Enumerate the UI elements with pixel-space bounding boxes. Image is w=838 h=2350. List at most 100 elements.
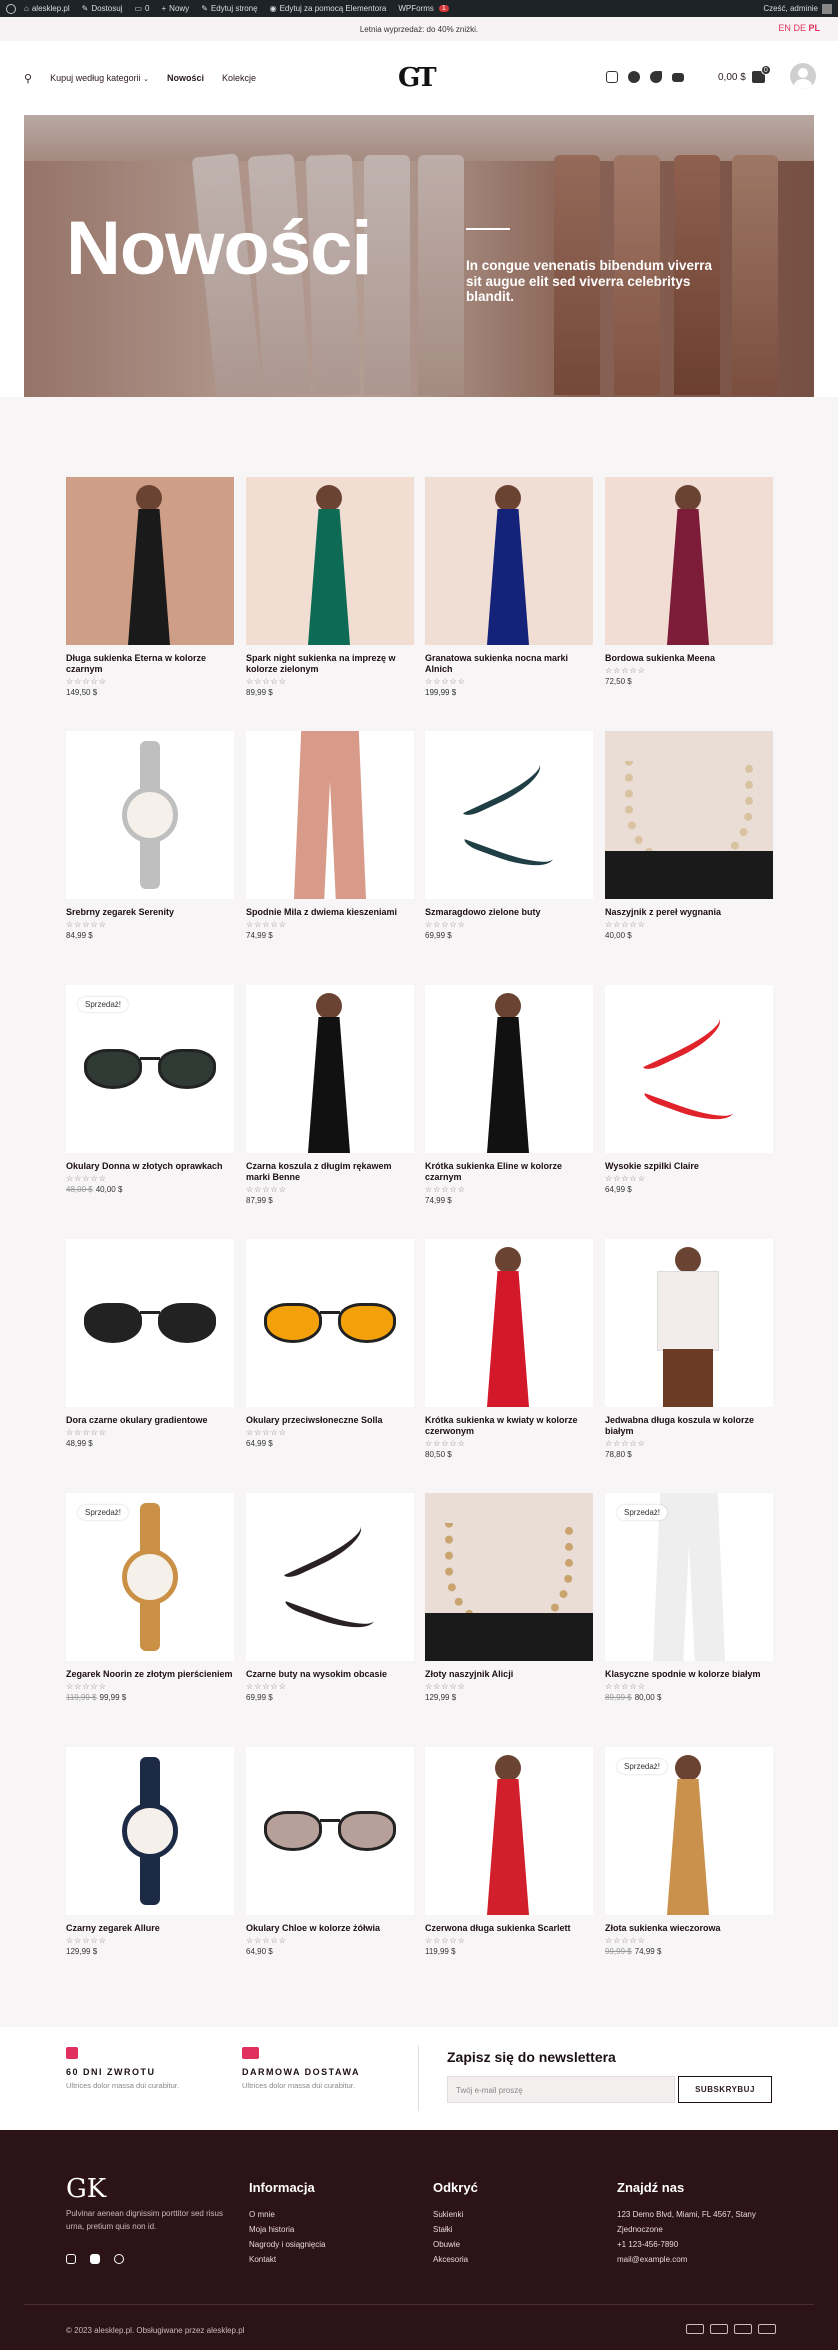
footer-phone[interactable]: +1 123-456-7890 (617, 2237, 767, 2252)
product-title[interactable]: Bordowa sukienka Meena (605, 653, 773, 664)
product-title[interactable]: Krótka sukienka Eline w kolorze czarnym (425, 1161, 593, 1183)
admin-customize-link[interactable]: ✎ Dostosuj (82, 4, 123, 13)
cart-link[interactable]: 0,00 $ 0 (718, 65, 771, 83)
newsletter-email-input[interactable]: Twój e-mail proszę (447, 2076, 675, 2103)
nav-collections[interactable]: Kolekcje (222, 73, 256, 83)
product-title[interactable]: Okulary Donna w złotych oprawkach (66, 1161, 234, 1172)
instagram-icon[interactable] (606, 71, 618, 83)
product-image[interactable] (246, 1239, 414, 1407)
user-account-icon[interactable] (790, 63, 816, 89)
footer-link[interactable]: Nagrody i osiągnięcia (249, 2237, 326, 2252)
search-icon[interactable]: ⚲ (24, 72, 32, 85)
product-card[interactable]: Bordowa sukienka Meena ☆☆☆☆☆ 72,50 $ (605, 477, 773, 686)
twitter-icon[interactable] (114, 2254, 124, 2264)
site-logo[interactable]: GT (398, 63, 437, 93)
product-image[interactable] (66, 1239, 234, 1407)
product-title[interactable]: Srebrny zegarek Serenity (66, 907, 234, 918)
product-card[interactable]: Okulary przeciwsłoneczne Solla ☆☆☆☆☆ 64,… (246, 1239, 414, 1448)
wordpress-icon[interactable] (6, 3, 16, 14)
product-title[interactable]: Klasyczne spodnie w kolorze białym (605, 1669, 773, 1680)
footer-link[interactable]: O mnie (249, 2207, 326, 2222)
product-title[interactable]: Czerwona długa sukienka Scarlett (425, 1923, 593, 1934)
footer-link[interactable]: Sukienki (433, 2207, 478, 2222)
admin-wpforms-link[interactable]: WPForms 1 (398, 4, 449, 13)
product-title[interactable]: Zegarek Noorin ze złotym pierścieniem (66, 1669, 234, 1680)
product-card[interactable]: Krótka sukienka Eline w kolorze czarnym … (425, 985, 593, 1205)
instagram-icon[interactable] (66, 2254, 76, 2264)
product-card[interactable]: Naszyjnik z pereł wygnania ☆☆☆☆☆ 40,00 $ (605, 731, 773, 940)
product-card[interactable]: Jedwabna długa koszula w kolorze białym … (605, 1239, 773, 1459)
product-card[interactable]: Czarny zegarek Allure ☆☆☆☆☆ 129,99 $ (66, 1747, 234, 1956)
product-card[interactable]: Srebrny zegarek Serenity ☆☆☆☆☆ 84,99 $ (66, 731, 234, 940)
product-title[interactable]: Krótka sukienka w kwiaty w kolorze czerw… (425, 1415, 593, 1437)
footer-logo[interactable]: GK (66, 2174, 106, 2204)
product-title[interactable]: Granatowa sukienka nocna marki Alnich (425, 653, 593, 675)
product-image[interactable] (425, 985, 593, 1153)
product-image[interactable]: Sprzedaż! (66, 985, 234, 1153)
product-image[interactable] (425, 1239, 593, 1407)
product-image[interactable] (66, 731, 234, 899)
product-image[interactable] (246, 477, 414, 645)
admin-edit-page-link[interactable]: ✎ Edytuj stronę (201, 4, 257, 13)
product-title[interactable]: Czarne buty na wysokim obcasie (246, 1669, 414, 1680)
product-image[interactable] (425, 731, 593, 899)
product-card[interactable]: Okulary Chloe w kolorze żółwia ☆☆☆☆☆ 64,… (246, 1747, 414, 1956)
footer-link[interactable]: Moja historia (249, 2222, 326, 2237)
product-title[interactable]: Złoty naszyjnik Alicji (425, 1669, 593, 1680)
product-card[interactable]: Sprzedaż! Okulary Donna w złotych oprawk… (66, 985, 234, 1194)
footer-email[interactable]: mail@example.com (617, 2252, 767, 2267)
footer-link[interactable]: Akcesoria (433, 2252, 478, 2267)
product-title[interactable]: Szmaragdowo zielone buty (425, 907, 593, 918)
product-card[interactable]: Spark night sukienka na imprezę w kolorz… (246, 477, 414, 697)
product-image[interactable] (605, 985, 773, 1153)
lang-de[interactable]: DE (793, 23, 806, 33)
product-image[interactable] (605, 477, 773, 645)
product-title[interactable]: Jedwabna długa koszula w kolorze białym (605, 1415, 773, 1437)
admin-account-link[interactable]: Cześć, adminie (763, 3, 832, 14)
product-card[interactable]: Szmaragdowo zielone buty ☆☆☆☆☆ 69,99 $ (425, 731, 593, 940)
admin-comments-link[interactable]: ▭ 0 (134, 4, 149, 13)
footer-link[interactable]: Stałki (433, 2222, 478, 2237)
product-image[interactable] (425, 1493, 593, 1661)
product-card[interactable]: Sprzedaż! Klasyczne spodnie w kolorze bi… (605, 1493, 773, 1702)
product-title[interactable]: Okulary przeciwsłoneczne Solla (246, 1415, 414, 1426)
product-image[interactable] (425, 1747, 593, 1915)
product-image[interactable] (246, 731, 414, 899)
product-image[interactable] (425, 477, 593, 645)
product-title[interactable]: Spodnie Mila z dwiema kieszeniami (246, 907, 414, 918)
nav-new-arrivals[interactable]: Nowości (167, 73, 204, 83)
product-card[interactable]: Czarna koszula z długim rękawem marki Be… (246, 985, 414, 1205)
product-card[interactable]: Wysokie szpilki Claire ☆☆☆☆☆ 64,99 $ (605, 985, 773, 1194)
product-card[interactable]: Czerwona długa sukienka Scarlett ☆☆☆☆☆ 1… (425, 1747, 593, 1956)
product-card[interactable]: Spodnie Mila z dwiema kieszeniami ☆☆☆☆☆ … (246, 731, 414, 940)
product-image[interactable]: Sprzedaż! (66, 1493, 234, 1661)
product-title[interactable]: Wysokie szpilki Claire (605, 1161, 773, 1172)
product-card[interactable]: Krótka sukienka w kwiaty w kolorze czerw… (425, 1239, 593, 1459)
lang-pl[interactable]: PL (808, 23, 820, 33)
product-title[interactable]: Złota sukienka wieczorowa (605, 1923, 773, 1934)
product-image[interactable] (66, 477, 234, 645)
product-image[interactable] (605, 731, 773, 899)
product-title[interactable]: Naszyjnik z pereł wygnania (605, 907, 773, 918)
admin-elementor-link[interactable]: ◉ Edytuj za pomocą Elementora (270, 4, 387, 13)
product-title[interactable]: Czarna koszula z długim rękawem marki Be… (246, 1161, 414, 1183)
product-image[interactable] (246, 985, 414, 1153)
product-card[interactable]: Sprzedaż! Złota sukienka wieczorowa ☆☆☆☆… (605, 1747, 773, 1956)
product-image[interactable] (246, 1747, 414, 1915)
footer-link[interactable]: Obuwie (433, 2237, 478, 2252)
product-card[interactable]: Czarne buty na wysokim obcasie ☆☆☆☆☆ 69,… (246, 1493, 414, 1702)
product-title[interactable]: Dora czarne okulary gradientowe (66, 1415, 234, 1426)
product-card[interactable]: Długa sukienka Eterna w kolorze czarnym … (66, 477, 234, 697)
product-card[interactable]: Sprzedaż! Zegarek Noorin ze złotym pierś… (66, 1493, 234, 1702)
product-image[interactable] (66, 1747, 234, 1915)
twitter-icon[interactable] (650, 71, 662, 83)
lang-en[interactable]: EN (778, 23, 791, 33)
footer-link[interactable]: Kontakt (249, 2252, 326, 2267)
admin-site-link[interactable]: ⌂ alesklep.pl (24, 4, 70, 13)
product-title[interactable]: Długa sukienka Eterna w kolorze czarnym (66, 653, 234, 675)
subscribe-button[interactable]: SUBSKRYBUJ (678, 2076, 772, 2103)
admin-new-link[interactable]: + Nowy (162, 4, 190, 13)
product-image[interactable] (246, 1493, 414, 1661)
product-card[interactable]: Granatowa sukienka nocna marki Alnich ☆☆… (425, 477, 593, 697)
product-image[interactable] (605, 1239, 773, 1407)
